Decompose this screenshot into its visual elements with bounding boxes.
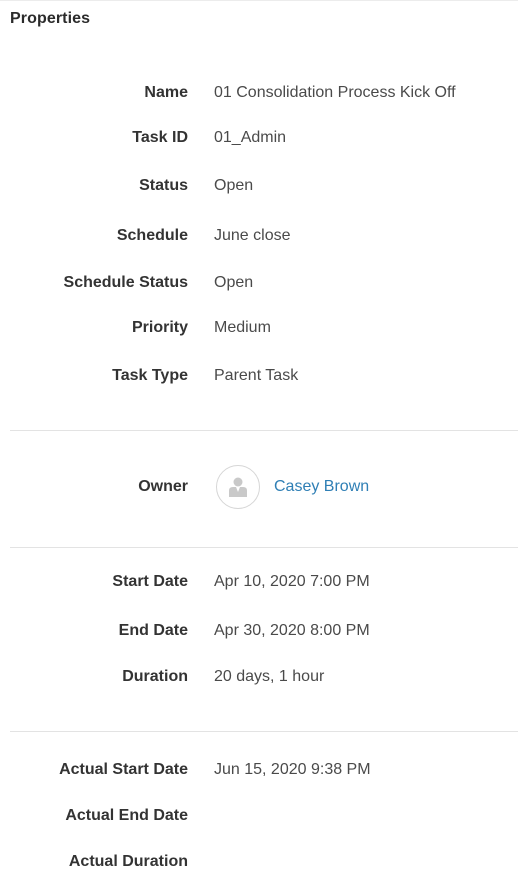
- end-date-value: Apr 30, 2020 8:00 PM: [214, 622, 370, 639]
- task-type-label: Task Type: [112, 367, 188, 384]
- schedule-value: June close: [214, 227, 291, 244]
- property-row-priority: Priority Medium: [0, 316, 518, 340]
- property-row-status: Status Open: [0, 174, 518, 198]
- property-row-schedule-status: Schedule Status Open: [0, 271, 518, 295]
- top-divider: [0, 0, 518, 1]
- duration-value: 20 days, 1 hour: [214, 668, 325, 685]
- property-row-end-date: End Date Apr 30, 2020 8:00 PM: [0, 619, 518, 643]
- property-row-name: Name 01 Consolidation Process Kick Off: [0, 81, 518, 105]
- owner-label: Owner: [138, 478, 188, 495]
- section-divider: [10, 547, 518, 548]
- property-row-task-id: Task ID 01_Admin: [0, 126, 518, 150]
- schedule-status-value: Open: [214, 274, 254, 291]
- property-row-schedule: Schedule June close: [0, 224, 518, 248]
- actual-start-date-label: Actual Start Date: [59, 761, 188, 778]
- actual-duration-label: Actual Duration: [68, 853, 188, 870]
- status-value: Open: [214, 177, 254, 194]
- schedule-status-label: Schedule Status: [63, 274, 188, 291]
- property-row-actual-duration: Actual Duration: [0, 850, 518, 874]
- property-row-task-type: Task Type Parent Task: [0, 364, 518, 388]
- name-label: Name: [144, 84, 188, 101]
- section-divider: [10, 731, 518, 732]
- priority-label: Priority: [131, 319, 188, 336]
- property-row-actual-end-date: Actual End Date: [0, 804, 518, 828]
- priority-value: Medium: [214, 319, 271, 336]
- property-row-duration: Duration 20 days, 1 hour: [0, 665, 518, 689]
- schedule-label: Schedule: [116, 227, 188, 244]
- start-date-label: Start Date: [112, 573, 188, 590]
- property-row-start-date: Start Date Apr 10, 2020 7:00 PM: [0, 570, 518, 594]
- actual-end-date-label: Actual End Date: [65, 807, 188, 824]
- status-label: Status: [139, 177, 188, 194]
- name-value: 01 Consolidation Process Kick Off: [214, 84, 456, 101]
- start-date-value: Apr 10, 2020 7:00 PM: [214, 573, 370, 590]
- property-row-actual-start-date: Actual Start Date Jun 15, 2020 9:38 PM: [0, 758, 518, 782]
- user-avatar-icon[interactable]: [216, 465, 260, 509]
- task-type-value: Parent Task: [214, 367, 299, 384]
- task-id-value: 01_Admin: [214, 129, 287, 146]
- task-id-label: Task ID: [132, 129, 188, 146]
- end-date-label: End Date: [118, 622, 188, 639]
- actual-start-date-value: Jun 15, 2020 9:38 PM: [214, 761, 371, 778]
- owner-name-link[interactable]: Casey Brown: [274, 478, 369, 496]
- panel-title: Properties: [10, 10, 91, 27]
- owner-row: Owner Casey Brown: [0, 464, 518, 510]
- duration-label: Duration: [122, 668, 188, 685]
- section-divider: [10, 430, 518, 431]
